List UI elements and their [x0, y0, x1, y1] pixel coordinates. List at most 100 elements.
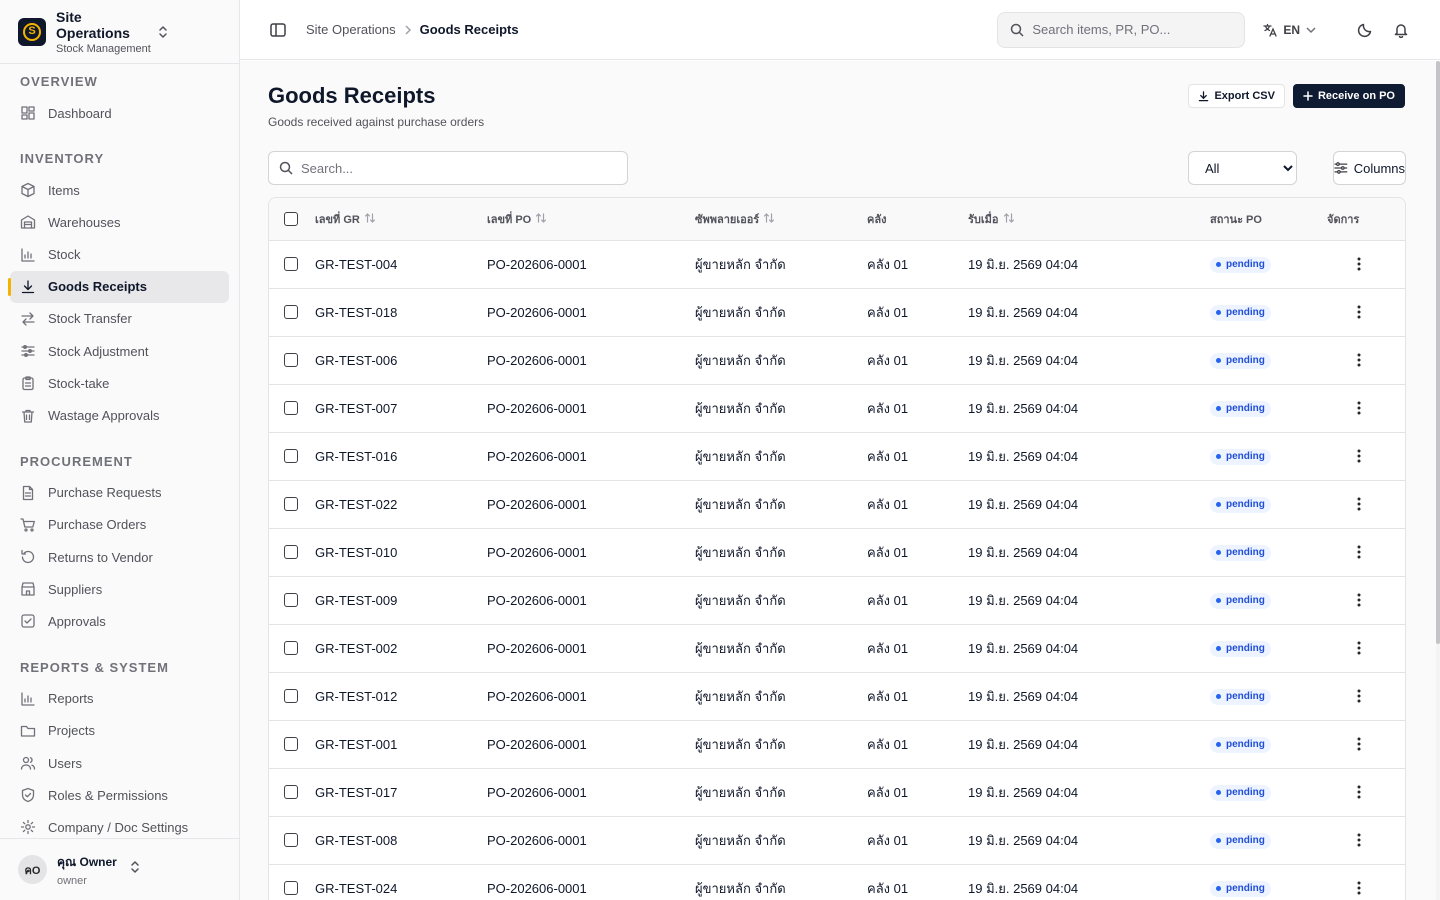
row-checkbox[interactable]: [284, 257, 298, 271]
table-row[interactable]: GR-TEST-016 PO-202606-0001 ผู้ขายหลัก จำกั…: [269, 432, 1405, 481]
row-checkbox[interactable]: [284, 593, 298, 607]
status-dot-icon: [1216, 502, 1221, 508]
sidebar-item-stock-take[interactable]: Stock-take: [10, 367, 229, 399]
more-vertical-icon[interactable]: [1349, 686, 1369, 706]
header-gr-number[interactable]: เลขที่ GR: [315, 198, 487, 241]
more-vertical-icon[interactable]: [1349, 830, 1369, 850]
table-search-input[interactable]: [301, 160, 601, 176]
gr-number[interactable]: GR-TEST-009: [315, 593, 397, 608]
header-po-number[interactable]: เลขที่ PO: [487, 198, 695, 241]
gr-number[interactable]: GR-TEST-001: [315, 737, 397, 752]
table-row[interactable]: GR-TEST-008 PO-202606-0001 ผู้ขายหลัก จำกั…: [269, 816, 1405, 865]
workspace-switcher[interactable]: S Site Operations Stock Management: [0, 0, 239, 64]
header-supplier[interactable]: ซัพพลายเออร์: [695, 198, 867, 241]
more-vertical-icon[interactable]: [1349, 398, 1369, 418]
row-checkbox[interactable]: [284, 641, 298, 655]
gr-number[interactable]: GR-TEST-007: [315, 401, 397, 416]
table-row[interactable]: GR-TEST-018 PO-202606-0001 ผู้ขายหลัก จำกั…: [269, 288, 1405, 337]
global-search[interactable]: [997, 11, 1246, 48]
table-row[interactable]: GR-TEST-007 PO-202606-0001 ผู้ขายหลัก จำกั…: [269, 384, 1405, 433]
row-checkbox[interactable]: [284, 449, 298, 463]
sidebar-item-stock-adjustment[interactable]: Stock Adjustment: [10, 335, 229, 367]
sidebar-item-approvals[interactable]: Approvals: [10, 605, 229, 637]
row-checkbox[interactable]: [284, 881, 298, 895]
sidebar-item-goods-receipts[interactable]: Goods Receipts: [8, 270, 229, 303]
table-search[interactable]: [268, 151, 628, 185]
gr-number[interactable]: GR-TEST-024: [315, 881, 397, 896]
status-filter-select[interactable]: All: [1188, 151, 1297, 185]
sidebar-item-items[interactable]: Items: [10, 174, 229, 206]
sidebar-item-company-doc-settings[interactable]: Company / Doc Settings: [10, 811, 229, 838]
actions-cell: [1327, 240, 1405, 289]
table-row[interactable]: GR-TEST-002 PO-202606-0001 ผู้ขายหลัก จำกั…: [269, 624, 1405, 673]
more-vertical-icon[interactable]: [1349, 542, 1369, 562]
row-checkbox[interactable]: [284, 545, 298, 559]
table-row[interactable]: GR-TEST-024 PO-202606-0001 ผู้ขายหลัก จำกั…: [269, 864, 1405, 900]
row-checkbox[interactable]: [284, 785, 298, 799]
more-vertical-icon[interactable]: [1349, 590, 1369, 610]
gr-number[interactable]: GR-TEST-016: [315, 449, 397, 464]
gr-number[interactable]: GR-TEST-012: [315, 689, 397, 704]
row-checkbox[interactable]: [284, 305, 298, 319]
sidebar-item-reports[interactable]: Reports: [10, 683, 229, 715]
more-vertical-icon[interactable]: [1349, 878, 1369, 898]
sidebar-item-users[interactable]: Users: [10, 747, 229, 779]
table-row[interactable]: GR-TEST-006 PO-202606-0001 ผู้ขายหลัก จำกั…: [269, 336, 1405, 385]
sidebar-item-purchase-requests[interactable]: Purchase Requests: [10, 477, 229, 509]
sidebar-item-projects[interactable]: Projects: [10, 715, 229, 747]
more-vertical-icon[interactable]: [1349, 350, 1369, 370]
sidebar-item-stock-transfer[interactable]: Stock Transfer: [10, 303, 229, 335]
language-switcher[interactable]: EN: [1263, 23, 1316, 37]
gr-number[interactable]: GR-TEST-010: [315, 545, 397, 560]
more-vertical-icon[interactable]: [1349, 446, 1369, 466]
sidebar-item-suppliers[interactable]: Suppliers: [10, 573, 229, 605]
notifications-button[interactable]: [1390, 19, 1412, 41]
gr-number[interactable]: GR-TEST-002: [315, 641, 397, 656]
header-received-at[interactable]: รับเมื่อ: [968, 198, 1210, 241]
theme-toggle-button[interactable]: [1354, 19, 1376, 41]
more-vertical-icon[interactable]: [1349, 734, 1369, 754]
table-row[interactable]: GR-TEST-004 PO-202606-0001 ผู้ขายหลัก จำกั…: [269, 240, 1405, 289]
page-scrollbar[interactable]: [1436, 61, 1440, 900]
received-at: 19 มิ.ย. 2569 04:04: [968, 400, 1079, 416]
row-checkbox[interactable]: [284, 737, 298, 751]
row-checkbox[interactable]: [284, 353, 298, 367]
select-all-checkbox[interactable]: [284, 211, 298, 226]
columns-button[interactable]: Columns: [1333, 151, 1406, 185]
row-checkbox[interactable]: [284, 497, 298, 511]
row-checkbox[interactable]: [284, 689, 298, 703]
sidebar-item-returns-to-vendor[interactable]: Returns to Vendor: [10, 541, 229, 573]
global-search-input[interactable]: [1032, 22, 1223, 37]
gr-number[interactable]: GR-TEST-008: [315, 833, 397, 848]
scrollbar-thumb[interactable]: [1436, 61, 1440, 644]
receive-on-po-button[interactable]: Receive on PO: [1292, 84, 1405, 108]
sidebar-item-roles-permissions[interactable]: Roles & Permissions: [10, 779, 229, 811]
more-vertical-icon[interactable]: [1349, 254, 1369, 274]
breadcrumb-parent-link[interactable]: Site Operations: [306, 22, 396, 37]
table-row[interactable]: GR-TEST-001 PO-202606-0001 ผู้ขายหลัก จำกั…: [269, 720, 1405, 769]
sidebar-item-wastage-approvals[interactable]: Wastage Approvals: [10, 400, 229, 432]
gr-number[interactable]: GR-TEST-006: [315, 353, 397, 368]
sidebar-toggle-button[interactable]: [268, 20, 288, 40]
sidebar-item-dashboard[interactable]: Dashboard: [10, 97, 229, 129]
table-row[interactable]: GR-TEST-017 PO-202606-0001 ผู้ขายหลัก จำกั…: [269, 768, 1405, 817]
table-row[interactable]: GR-TEST-022 PO-202606-0001 ผู้ขายหลัก จำกั…: [269, 480, 1405, 529]
export-csv-button[interactable]: Export CSV: [1188, 84, 1285, 108]
table-row[interactable]: GR-TEST-012 PO-202606-0001 ผู้ขายหลัก จำกั…: [269, 672, 1405, 721]
more-vertical-icon[interactable]: [1349, 494, 1369, 514]
row-checkbox[interactable]: [284, 833, 298, 847]
more-vertical-icon[interactable]: [1349, 302, 1369, 322]
row-checkbox[interactable]: [284, 401, 298, 415]
table-row[interactable]: GR-TEST-009 PO-202606-0001 ผู้ขายหลัก จำกั…: [269, 576, 1405, 625]
more-vertical-icon[interactable]: [1349, 638, 1369, 658]
more-vertical-icon[interactable]: [1349, 782, 1369, 802]
sidebar-item-stock[interactable]: Stock: [10, 239, 229, 271]
sidebar-item-warehouses[interactable]: Warehouses: [10, 206, 229, 238]
gr-number[interactable]: GR-TEST-004: [315, 257, 397, 272]
gr-number[interactable]: GR-TEST-017: [315, 785, 397, 800]
gr-number[interactable]: GR-TEST-018: [315, 305, 397, 320]
user-menu[interactable]: คO คุณ Owner owner: [0, 838, 239, 900]
gr-number[interactable]: GR-TEST-022: [315, 497, 397, 512]
sidebar-item-purchase-orders[interactable]: Purchase Orders: [10, 509, 229, 541]
table-row[interactable]: GR-TEST-010 PO-202606-0001 ผู้ขายหลัก จำกั…: [269, 528, 1405, 577]
